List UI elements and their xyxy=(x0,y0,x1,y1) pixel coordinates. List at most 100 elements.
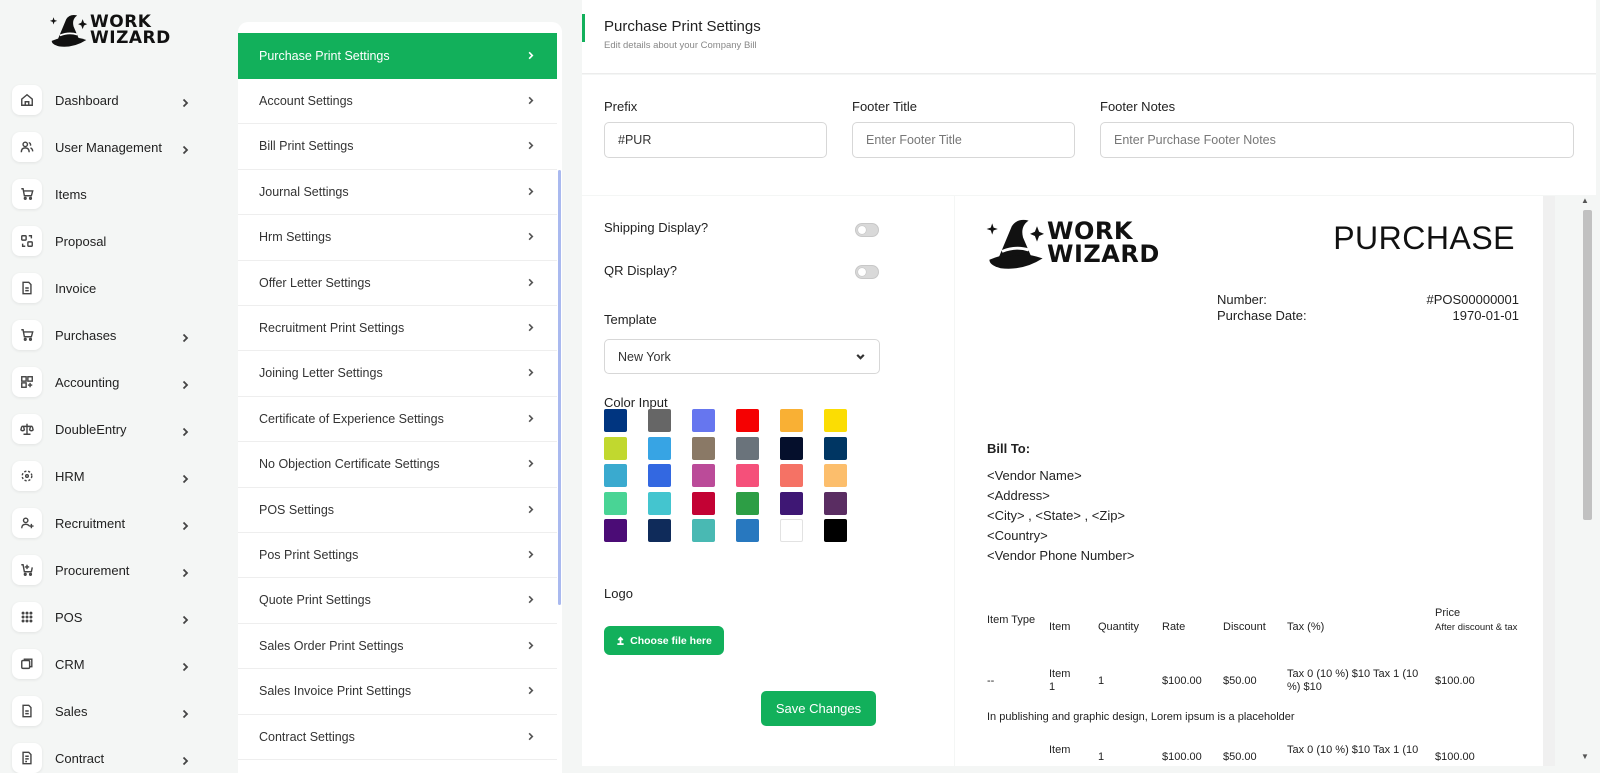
settings-menu-item-pos-print-settings[interactable]: Pos Print Settings xyxy=(238,532,557,579)
sidebar-item-procurement[interactable]: Procurement xyxy=(12,553,212,587)
color-swatch[interactable] xyxy=(692,409,715,432)
chevron-right-icon xyxy=(526,593,535,607)
color-swatch[interactable] xyxy=(824,519,847,542)
template-label: Template xyxy=(604,312,657,327)
settings-menu-item-certificate-of-experience-settings[interactable]: Certificate of Experience Settings xyxy=(238,396,557,443)
shipping-display-toggle[interactable] xyxy=(855,223,879,237)
sidebar-item-doubleentry[interactable]: DoubleEntry xyxy=(12,412,212,446)
color-swatch[interactable] xyxy=(604,436,627,460)
color-swatch[interactable] xyxy=(736,436,759,460)
color-swatch[interactable] xyxy=(736,491,759,515)
qr-display-toggle[interactable] xyxy=(855,265,879,279)
color-swatch[interactable] xyxy=(648,464,671,487)
color-swatch[interactable] xyxy=(736,464,759,487)
color-swatch[interactable] xyxy=(824,436,847,460)
color-swatch[interactable] xyxy=(648,491,671,515)
sidebar-item-hrm[interactable]: HRM xyxy=(12,459,212,493)
sidebar-item-accounting[interactable]: Accounting xyxy=(12,365,212,399)
th-item: Item xyxy=(1049,621,1071,633)
color-swatch[interactable] xyxy=(780,464,803,487)
brand-logo[interactable]: WORK WIZARD xyxy=(46,10,171,50)
sidebar-item-recruitment[interactable]: Recruitment xyxy=(12,506,212,540)
color-swatch[interactable] xyxy=(692,436,715,460)
color-swatch[interactable] xyxy=(604,519,627,542)
settings-menu-item-label: Recruitment Print Settings xyxy=(259,320,405,335)
sidebar-item-proposal[interactable]: Proposal xyxy=(12,224,212,258)
sidebar-item-contract[interactable]: Contract xyxy=(12,741,212,773)
dots-grid-icon xyxy=(12,602,42,632)
sidebar-item-user-management[interactable]: User Management xyxy=(12,130,212,164)
settings-menu-item-sales-order-print-settings[interactable]: Sales Order Print Settings xyxy=(238,623,557,670)
settings-menu-item-sales-invoice-print-settings[interactable]: Sales Invoice Print Settings xyxy=(238,669,557,715)
sidebar-item-label: HRM xyxy=(55,468,85,484)
settings-menu-item-hrm-settings[interactable]: Hrm Settings xyxy=(238,215,557,261)
color-swatch[interactable] xyxy=(780,491,803,515)
settings-menu-item-recruitment-print-settings[interactable]: Recruitment Print Settings xyxy=(238,305,557,352)
main-scrollbar-thumb[interactable] xyxy=(1583,210,1592,520)
settings-menu-item-bill-print-settings[interactable]: Bill Print Settings xyxy=(238,124,557,170)
sidebar-item-dashboard[interactable]: Dashboard xyxy=(12,83,212,117)
footer-title-input[interactable] xyxy=(852,122,1075,158)
chevron-right-icon xyxy=(180,706,190,719)
sidebar-item-purchases[interactable]: Purchases xyxy=(12,318,212,352)
sidebar-item-invoice[interactable]: Invoice xyxy=(12,271,212,305)
color-swatch[interactable] xyxy=(824,464,847,487)
settings-menu-item-quote-print-settings[interactable]: Quote Print Settings xyxy=(238,578,557,624)
th-item-type: Item Type xyxy=(987,614,1036,626)
page-subtitle: Edit details about your Company Bill xyxy=(604,40,757,51)
color-swatch[interactable] xyxy=(692,464,715,487)
color-swatch[interactable] xyxy=(692,519,715,542)
row1-item-type: -- xyxy=(987,675,995,687)
template-select[interactable]: New York xyxy=(604,339,880,374)
color-swatch[interactable] xyxy=(604,464,627,487)
prefix-label: Prefix xyxy=(604,99,638,114)
sidebar-item-label: Contract xyxy=(55,750,105,766)
settings-menu-item-no-objection-certificate-settings[interactable]: No Objection Certificate Settings xyxy=(238,442,557,488)
chevron-right-icon xyxy=(180,377,190,390)
invoice-number-row: Number: #POS00000001 xyxy=(1217,292,1519,307)
chevron-right-icon xyxy=(180,612,190,625)
save-changes-button[interactable]: Save Changes xyxy=(761,691,876,726)
users-icon xyxy=(12,132,42,162)
settings-menu-item-joining-letter-settings[interactable]: Joining Letter Settings xyxy=(238,351,557,397)
sidebar-item-sales[interactable]: Sales xyxy=(12,694,212,728)
sidebar-item-pos[interactable]: POS xyxy=(12,600,212,634)
footer-notes-input[interactable] xyxy=(1100,122,1574,158)
settings-menu-item-offer-letter-settings[interactable]: Offer Letter Settings xyxy=(238,260,557,306)
settings-menu-item-contract-settings[interactable]: Contract Settings xyxy=(238,714,557,760)
row2-rate: $100.00 xyxy=(1162,751,1202,763)
chevron-right-icon xyxy=(526,684,535,698)
chevron-right-icon xyxy=(526,230,535,244)
color-swatch[interactable] xyxy=(824,491,847,515)
choose-file-button[interactable]: Choose file here xyxy=(604,626,724,655)
scroll-down-arrow[interactable]: ▼ xyxy=(1581,752,1589,761)
color-swatch[interactable] xyxy=(736,409,759,432)
settings-menu-item-account-settings[interactable]: Account Settings xyxy=(238,78,557,125)
settings-menu-scrollbar[interactable] xyxy=(558,170,561,605)
color-swatch[interactable] xyxy=(648,519,671,542)
color-swatch[interactable] xyxy=(780,409,803,432)
color-swatch[interactable] xyxy=(648,436,671,460)
row1-quantity: 1 xyxy=(1098,675,1105,687)
chevron-right-icon xyxy=(526,639,535,653)
color-swatch[interactable] xyxy=(736,519,759,542)
color-swatch[interactable] xyxy=(824,409,847,432)
settings-menu-item-pos-settings[interactable]: POS Settings xyxy=(238,487,557,533)
prefix-input[interactable] xyxy=(604,122,827,158)
settings-menu-item-purchase-print-settings[interactable]: Purchase Print Settings xyxy=(238,33,557,79)
chevron-right-icon xyxy=(526,49,535,63)
row2-price: $100.00 xyxy=(1435,751,1475,763)
sidebar-item-crm[interactable]: CRM xyxy=(12,647,212,681)
color-swatch[interactable] xyxy=(604,491,627,515)
cart-icon xyxy=(12,179,42,209)
scroll-up-arrow[interactable]: ▲ xyxy=(1581,196,1589,205)
color-swatch[interactable] xyxy=(648,409,671,432)
settings-menu-item-label: Pos Print Settings xyxy=(259,547,359,562)
color-swatch[interactable] xyxy=(780,519,803,542)
sidebar-item-items[interactable]: Items xyxy=(12,177,212,211)
color-swatch[interactable] xyxy=(780,436,803,460)
color-swatch[interactable] xyxy=(604,409,627,432)
settings-menu-item-journal-settings[interactable]: Journal Settings xyxy=(238,169,557,216)
row1-tax: Tax 0 (10 %) $10 Tax 1 (10 %) $10 xyxy=(1287,668,1419,694)
color-swatch[interactable] xyxy=(692,491,715,515)
